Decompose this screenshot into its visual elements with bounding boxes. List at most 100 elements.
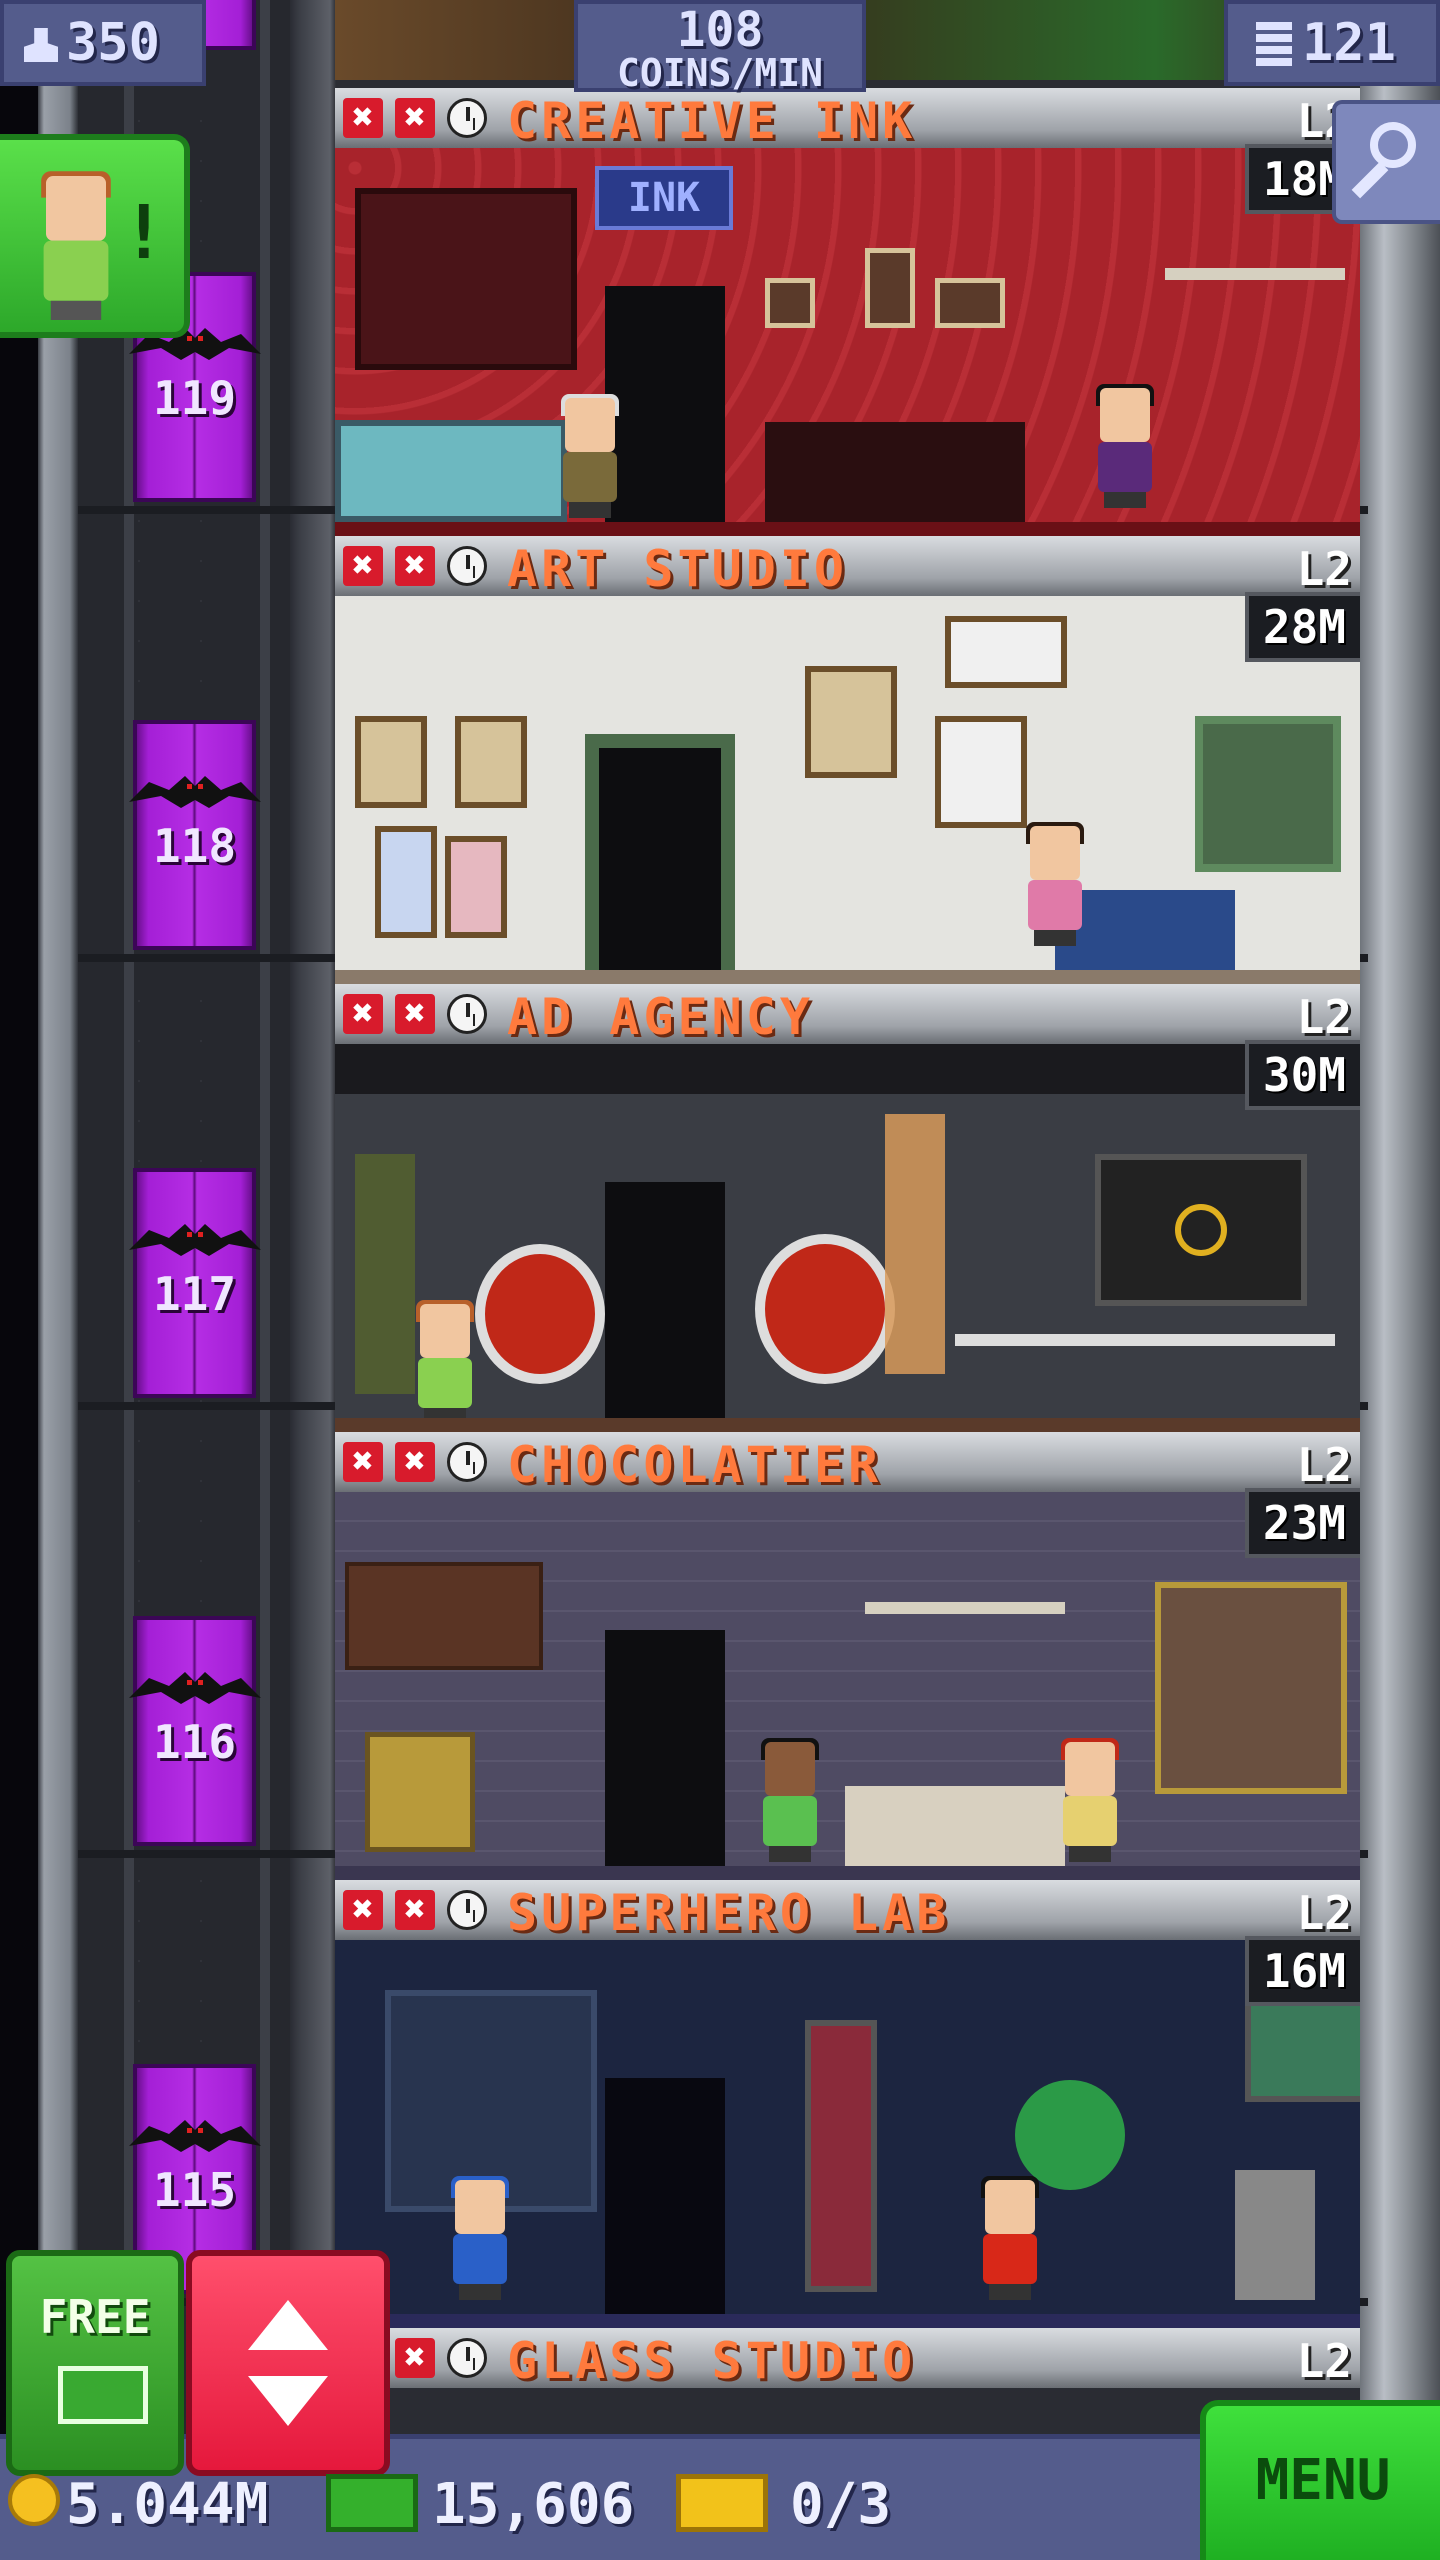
floor-header: ✖ ✖ CREATIVE INK L2 <box>335 88 1360 150</box>
floor-art-studio[interactable]: ✖ ✖ ART STUDIO L2 28M <box>335 536 1360 984</box>
floor-header: ✖ ✖ CHOCOLATIER L2 <box>335 1432 1360 1494</box>
wall-frame <box>935 278 1005 328</box>
x-mark-icon: ✖ <box>395 1890 435 1930</box>
elevator-car-floor-118[interactable]: 118 <box>129 720 261 950</box>
character[interactable] <box>1055 1738 1125 1862</box>
building-icon <box>1256 20 1292 66</box>
up-down-arrows-icon <box>248 2300 328 2426</box>
free-label: FREE <box>39 2290 151 2344</box>
counter <box>845 1786 1065 1866</box>
floors-counter[interactable]: 121 <box>1224 0 1440 86</box>
floor-ad-agency[interactable]: ✖ ✖ AD AGENCY L2 30M <box>335 984 1360 1432</box>
x-mark-icon: ✖ <box>395 994 435 1034</box>
hologram-globe <box>1015 2080 1125 2190</box>
character[interactable] <box>445 2176 515 2300</box>
floor-name: CHOCOLATIER <box>507 1436 883 1494</box>
door <box>605 2078 725 2328</box>
clock-icon <box>447 1890 487 1930</box>
character[interactable] <box>410 1300 480 1424</box>
population-counter[interactable]: 350 <box>0 0 206 86</box>
floor-ground <box>335 522 1360 536</box>
elevator-floor-number: 117 <box>152 1267 237 1321</box>
coins-rate-unit: COINS/MIN <box>617 51 823 95</box>
melting-pot <box>365 1732 475 1852</box>
floor-creative-ink[interactable]: ✖ ✖ CREATIVE INK L2 INK 18M <box>335 88 1360 536</box>
elevator-car-floor-116[interactable]: 116 <box>129 1616 261 1846</box>
floor-header: ✖ ✖ SUPERHERO LAB L2 <box>335 1880 1360 1942</box>
bat-icon <box>129 2120 261 2152</box>
character[interactable] <box>1020 822 1090 946</box>
magnifier-icon <box>1370 122 1416 168</box>
floor-header: ✖ ✖ ART STUDIO L2 <box>335 536 1360 598</box>
floor-chocolatier[interactable]: ✖ ✖ CHOCOLATIER L2 23M <box>335 1432 1360 1880</box>
floor-ground <box>335 2314 1360 2328</box>
elevator-floor-number: 115 <box>152 2163 237 2217</box>
floor-room <box>335 1940 1360 2328</box>
wall-frame <box>355 188 577 370</box>
character[interactable] <box>555 394 625 518</box>
elevator-car-floor-117[interactable]: 117 <box>129 1168 261 1398</box>
x-mark-icon: ✖ <box>343 1890 383 1930</box>
painting <box>935 716 1027 828</box>
shelf <box>1165 268 1345 280</box>
chocolate-shelf <box>345 1562 543 1670</box>
painting <box>805 666 897 778</box>
character[interactable] <box>755 1738 825 1862</box>
coins-per-minute: 108 COINS/MIN <box>574 0 866 92</box>
egg-chair <box>755 1234 895 1384</box>
tickets-count[interactable]: 0/3 <box>790 2472 891 2537</box>
floor-level: L2 <box>1296 990 1352 1044</box>
floor-superhero-lab[interactable]: ✖ ✖ SUPERHERO LAB L2 16M <box>335 1880 1360 2328</box>
display-counter <box>335 420 567 522</box>
computer-terminal <box>1235 2170 1315 2300</box>
x-mark-icon: ✖ <box>395 546 435 586</box>
elevator-floor-number: 116 <box>152 1715 237 1769</box>
dna-tube <box>805 2020 877 2292</box>
character[interactable] <box>975 2176 1045 2300</box>
floor-ground <box>335 1418 1360 1432</box>
stock-indicator: 16M <box>1244 1936 1360 2006</box>
elevator-button[interactable] <box>186 2250 390 2476</box>
door <box>585 734 735 984</box>
x-mark-icon: ✖ <box>395 2338 435 2378</box>
elevator-floor-number: 118 <box>152 819 237 873</box>
floor-name: AD AGENCY <box>507 988 814 1046</box>
stock-indicator: 28M <box>1244 592 1360 662</box>
curtain <box>885 1114 945 1374</box>
visitor-button[interactable]: ! <box>0 134 190 338</box>
search-button[interactable] <box>1332 100 1440 224</box>
bat-icon <box>129 776 261 808</box>
floor-name: SUPERHERO LAB <box>507 1884 951 1942</box>
ink-sign: INK <box>595 166 733 230</box>
sofa <box>765 422 1025 522</box>
plant <box>355 1154 415 1394</box>
floor-room <box>335 1492 1360 1880</box>
menu-button[interactable]: MENU <box>1200 2400 1440 2560</box>
magnifier-handle <box>1351 161 1389 199</box>
floor-header: ✖ ✖ AD AGENCY L2 <box>335 984 1360 1046</box>
floor-level: L2 <box>1296 1886 1352 1940</box>
shaft-rail-right <box>260 0 270 2560</box>
bux-total[interactable]: 15,606 <box>432 2472 634 2537</box>
free-bux-button[interactable]: FREE <box>6 2250 184 2476</box>
x-mark-icon: ✖ <box>343 1442 383 1482</box>
painting <box>355 716 427 808</box>
bat-icon <box>129 1224 261 1256</box>
map-screen <box>1245 1990 1360 2102</box>
x-mark-icon: ✖ <box>343 98 383 138</box>
wall-frame <box>765 278 815 328</box>
painting <box>945 616 1067 688</box>
painting <box>455 716 527 808</box>
clock-icon <box>447 546 487 586</box>
floor-name: ART STUDIO <box>507 540 849 598</box>
door <box>605 1182 725 1432</box>
egg-chair <box>475 1244 605 1384</box>
character[interactable] <box>1090 384 1160 508</box>
wall-frame <box>865 248 915 328</box>
stock-indicator: 30M <box>1244 1040 1360 1110</box>
floors-value: 121 <box>1302 13 1396 73</box>
painting <box>375 826 437 938</box>
coin-icon <box>8 2474 60 2526</box>
ring-icon <box>1175 1204 1227 1256</box>
coins-total[interactable]: 5.044M <box>66 2472 268 2537</box>
